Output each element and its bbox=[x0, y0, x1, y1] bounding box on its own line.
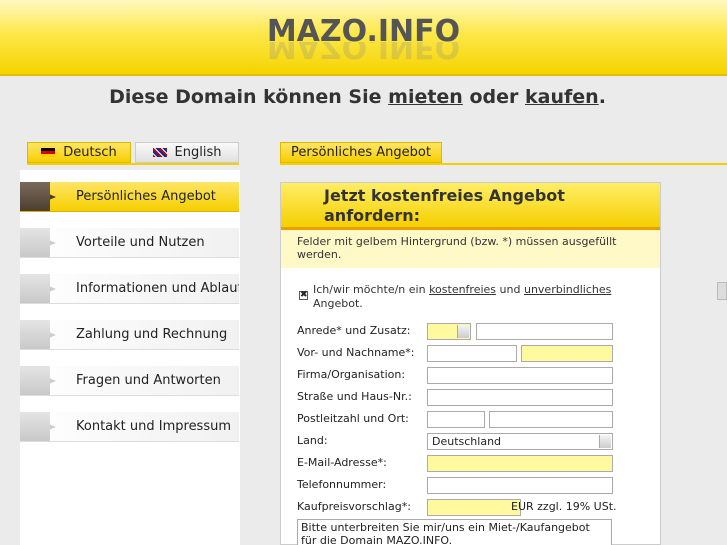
telefon-label: Telefonnummer: bbox=[297, 478, 387, 491]
zusatz-input[interactable] bbox=[476, 323, 613, 340]
chevron-right-icon bbox=[20, 412, 64, 441]
headline-suffix: . bbox=[598, 86, 606, 108]
email-label: E-Mail-Adresse*: bbox=[297, 456, 387, 469]
form-title-line: anfordern: bbox=[324, 206, 421, 225]
firma-label: Firma/Organisation: bbox=[297, 368, 406, 381]
sidebar-item-informationen[interactable]: Informationen und Ablauf bbox=[20, 274, 239, 304]
consent-post: Angebot. bbox=[313, 297, 363, 310]
sidebar-item-label: Kontakt und Impressum bbox=[76, 419, 232, 434]
consent-checkbox[interactable]: ✖ bbox=[299, 291, 308, 300]
land-select[interactable]: Deutschland bbox=[427, 433, 613, 450]
consent-text: Ich/wir möchte/n ein kostenfreies und un… bbox=[313, 283, 653, 311]
tab-label: Deutsch bbox=[63, 145, 117, 160]
ort-input[interactable] bbox=[489, 411, 613, 428]
tab-language-english[interactable]: English bbox=[135, 142, 239, 163]
chevron-down-icon bbox=[599, 435, 611, 448]
preis-label: Kaufpreisvorschlag*: bbox=[297, 500, 411, 513]
price-unit: EUR zzgl. 19% USt. bbox=[511, 500, 617, 513]
sidebar-item-label: Fragen und Antworten bbox=[76, 373, 221, 388]
chevron-right-icon bbox=[20, 182, 64, 211]
form-title-line: Jetzt kostenfreies Angebot bbox=[324, 186, 565, 205]
kaufpreis-input[interactable] bbox=[427, 499, 521, 516]
scrollbar-stub[interactable] bbox=[717, 282, 727, 300]
chevron-right-icon bbox=[20, 366, 64, 395]
telefon-input[interactable] bbox=[427, 477, 613, 494]
plz-label: Postleitzahl und Ort: bbox=[297, 412, 409, 425]
chevron-right-icon bbox=[20, 274, 64, 303]
land-value: Deutschland bbox=[432, 435, 502, 448]
sidebar-item-kontakt[interactable]: Kontakt und Impressum bbox=[20, 412, 239, 442]
name-label: Vor- und Nachname*: bbox=[297, 346, 415, 359]
first-name-input[interactable] bbox=[427, 345, 517, 362]
form-title: Jetzt kostenfreies Angebot anfordern: bbox=[281, 183, 660, 230]
page-headline: Diese Domain können Sie mieten oder kauf… bbox=[0, 86, 715, 108]
site-logo-reflection: MAZO.INFO bbox=[266, 42, 461, 64]
rent-link[interactable]: mieten bbox=[388, 86, 463, 108]
sidebar-item-label: Persönliches Angebot bbox=[76, 189, 216, 204]
sidebar-item-label: Informationen und Ablauf bbox=[76, 281, 239, 296]
tab-personal-offer[interactable]: Persönliches Angebot bbox=[280, 142, 442, 163]
uk-flag-icon bbox=[152, 148, 167, 157]
headline-middle: oder bbox=[469, 86, 519, 108]
sidebar-item-fragen[interactable]: Fragen und Antworten bbox=[20, 366, 239, 396]
german-flag-icon bbox=[41, 148, 56, 157]
unverbindliches-link[interactable]: unverbindliches bbox=[524, 283, 611, 296]
offer-form: Jetzt kostenfreies Angebot anfordern: Fe… bbox=[280, 182, 661, 545]
buy-link[interactable]: kaufen bbox=[525, 86, 599, 108]
message-textarea[interactable]: Bitte unterbreiten Sie mir/uns ein Miet-… bbox=[297, 519, 612, 545]
last-name-input[interactable] bbox=[521, 345, 613, 362]
anrede-select[interactable] bbox=[427, 323, 471, 340]
sidebar: Persönliches Angebot Vorteile und Nutzen… bbox=[20, 170, 240, 545]
consent-pre: Ich/wir möchte/n ein bbox=[313, 283, 426, 296]
plz-input[interactable] bbox=[427, 411, 485, 428]
sidebar-item-vorteile[interactable]: Vorteile und Nutzen bbox=[20, 228, 239, 258]
header-banner: MAZO.INFO MAZO.INFO bbox=[0, 0, 727, 76]
strasse-label: Straße und Haus-Nr.: bbox=[297, 390, 412, 403]
strasse-input[interactable] bbox=[427, 389, 613, 406]
tab-divider bbox=[27, 163, 239, 165]
tab-language-deutsch[interactable]: Deutsch bbox=[27, 142, 131, 163]
sidebar-item-zahlung[interactable]: Zahlung und Rechnung bbox=[20, 320, 239, 350]
anrede-label: Anrede* und Zusatz: bbox=[297, 324, 411, 337]
consent-mid: und bbox=[499, 283, 521, 296]
tab-divider bbox=[280, 163, 727, 165]
headline-prefix: Diese Domain können Sie bbox=[109, 86, 382, 108]
sidebar-item-persoenliches-angebot[interactable]: Persönliches Angebot bbox=[20, 182, 239, 212]
chevron-right-icon bbox=[20, 320, 64, 349]
kostenfreies-link[interactable]: kostenfreies bbox=[429, 283, 496, 296]
firma-input[interactable] bbox=[427, 367, 613, 384]
form-required-note: Felder mit gelbem Hintergrund (bzw. *) m… bbox=[281, 230, 660, 268]
email-input[interactable] bbox=[427, 455, 613, 472]
tab-label: English bbox=[174, 145, 222, 160]
sidebar-item-label: Zahlung und Rechnung bbox=[76, 327, 228, 342]
land-label: Land: bbox=[297, 434, 328, 447]
sidebar-item-label: Vorteile und Nutzen bbox=[76, 235, 205, 250]
chevron-down-icon bbox=[457, 325, 469, 338]
chevron-right-icon bbox=[20, 228, 64, 257]
